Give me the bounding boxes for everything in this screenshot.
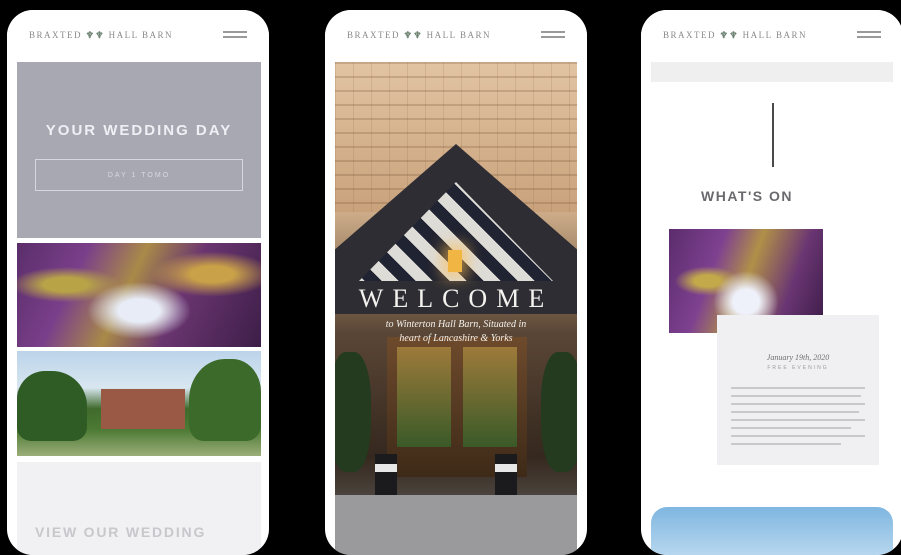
weddings-heading[interactable]: VIEW OUR WEDDING [35,524,206,540]
welcome-subtitle-line2: heart of Lancashire & Yorks [399,333,513,344]
event-text-line [731,395,861,397]
event-text-line [731,435,865,437]
logo-text-secondary: HALL BARN [108,29,174,40]
site-logo[interactable]: BRAXTED ♆♆ HALL BARN [347,30,491,41]
hamburger-menu-icon[interactable] [541,30,565,40]
topiary-right [541,352,577,472]
weddings-section: VIEW OUR WEDDING [17,462,261,555]
section-title: WHAT'S ON [701,188,794,204]
site-logo[interactable]: BRAXTED ♆♆ HALL BARN [29,30,173,41]
logo-mark-icon: ♆♆ [85,29,105,40]
tree-left [17,371,87,441]
event-text-line [731,419,865,421]
red-brick-house [101,389,185,429]
door-window-left [397,347,451,447]
phone-mockup-home: BRAXTED ♆♆ HALL BARN YOUR WEDDING DAY DA… [7,10,269,555]
paving [335,495,577,555]
site-header: BRAXTED ♆♆ HALL BARN [641,10,901,60]
divider-line [772,103,774,167]
event-text-line [731,443,841,445]
welcome-subtitle-line1: to Winterton Hall Barn, Situated in [385,319,527,330]
event-card[interactable]: January 19th, 2020 FREE EVENING [717,315,879,465]
hero-title: YOUR WEDDING DAY [45,122,233,139]
site-header: BRAXTED ♆♆ HALL BARN [325,10,587,60]
hero-button[interactable]: DAY 1 TOMO [35,159,243,191]
event-text-line [731,427,851,429]
welcome-subtitle: to Winterton Hall Barn, Situated in hear… [349,318,563,346]
lantern-icon [448,250,462,272]
hamburger-menu-icon[interactable] [857,30,881,40]
welcome-title: WELCOME [358,284,554,313]
site-header: BRAXTED ♆♆ HALL BARN [7,10,269,60]
sky-image [651,507,893,555]
barn-entrance-image: WELCOME to Winterton Hall Barn, Situated… [335,62,577,555]
hero-banner: YOUR WEDDING DAY DAY 1 TOMO [17,62,261,238]
event-text-line [731,387,865,389]
barn-interior-image [17,243,261,347]
top-strip [651,62,893,82]
hamburger-menu-icon[interactable] [223,30,247,40]
topiary-left [335,352,371,472]
site-logo[interactable]: BRAXTED ♆♆ HALL BARN [663,30,807,41]
tree-right [189,359,261,441]
phone-mockup-welcome: BRAXTED ♆♆ HALL BARN WELCOME to Winterto… [325,10,587,555]
logo-text-secondary: HALL BARN [742,29,808,40]
event-text-line [731,403,865,405]
logo-text-secondary: HALL BARN [426,29,492,40]
door-window-right [463,347,517,447]
event-date: January 19th, 2020 [766,353,830,362]
phone-mockup-whats-on: BRAXTED ♆♆ HALL BARN WHAT'S ON January 1… [641,10,901,555]
manor-house-image [17,351,261,456]
logo-mark-icon: ♆♆ [719,29,739,40]
logo-text: BRAXTED [29,29,82,40]
event-text-line [731,411,859,413]
logo-text: BRAXTED [663,29,716,40]
event-tag: FREE EVENING [767,365,829,371]
logo-mark-icon: ♆♆ [403,29,423,40]
logo-text: BRAXTED [347,29,400,40]
